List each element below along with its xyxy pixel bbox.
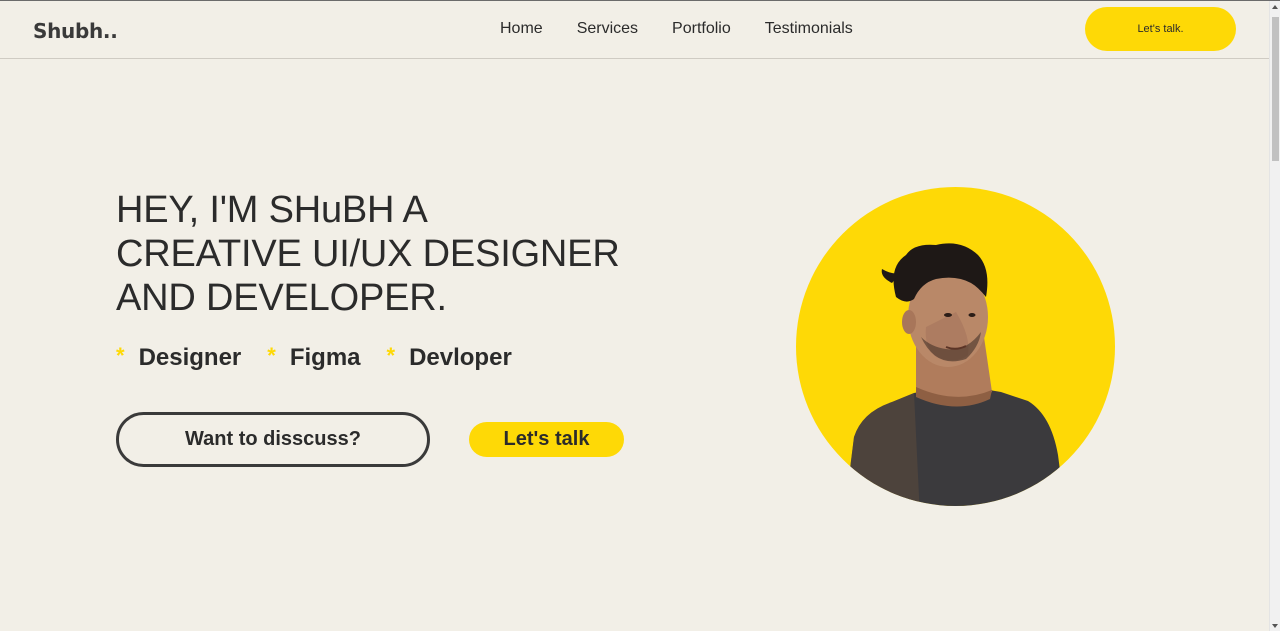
nav-services[interactable]: Services bbox=[577, 20, 638, 38]
hero-title-line-3: AND DEVELOPER. bbox=[116, 277, 447, 319]
nav-portfolio[interactable]: Portfolio bbox=[672, 20, 731, 38]
scroll-thumb[interactable] bbox=[1272, 17, 1279, 161]
page: Shubh.. Home Services Portfolio Testimon… bbox=[0, 0, 1280, 631]
skill-item-figma: * Figma bbox=[267, 344, 360, 372]
lets-talk-button[interactable]: Let's talk bbox=[469, 422, 624, 457]
profile-photo bbox=[796, 187, 1115, 506]
skill-item-designer: * Designer bbox=[116, 344, 241, 372]
asterisk-icon: * bbox=[386, 343, 396, 368]
nav-home[interactable]: Home bbox=[500, 20, 543, 38]
asterisk-icon: * bbox=[116, 343, 125, 368]
skill-label: Figma bbox=[289, 344, 361, 371]
skill-label: Designer bbox=[138, 344, 242, 371]
header-lets-talk-button[interactable]: Let's talk. bbox=[1085, 7, 1236, 51]
skill-item-developer: * Devloper bbox=[387, 344, 512, 372]
skills-list: * Designer * Figma * Devloper bbox=[116, 344, 538, 372]
scroll-up-arrow-icon[interactable] bbox=[1272, 5, 1278, 9]
hero-title-line-2: CREATIVE UI/UX DESIGNER bbox=[116, 233, 620, 275]
scroll-down-arrow-icon[interactable] bbox=[1272, 624, 1278, 628]
skill-label: Devloper bbox=[409, 344, 512, 371]
site-header: Shubh.. Home Services Portfolio Testimon… bbox=[0, 1, 1269, 59]
page-scrollbar[interactable] bbox=[1269, 1, 1280, 631]
want-to-discuss-button[interactable]: Want to disscuss? bbox=[116, 412, 430, 467]
person-portrait-illustration bbox=[845, 243, 1065, 506]
hero-title: HEY, I'M SHuBH A CREATIVE UI/UX DESIGNER… bbox=[116, 188, 676, 320]
logo[interactable]: Shubh.. bbox=[33, 19, 118, 43]
nav-testimonials[interactable]: Testimonials bbox=[765, 20, 853, 38]
main-nav: Home Services Portfolio Testimonials bbox=[500, 20, 853, 38]
hero-title-line-1: HEY, I'M SHuBH A bbox=[116, 189, 428, 231]
asterisk-icon: * bbox=[267, 343, 276, 368]
